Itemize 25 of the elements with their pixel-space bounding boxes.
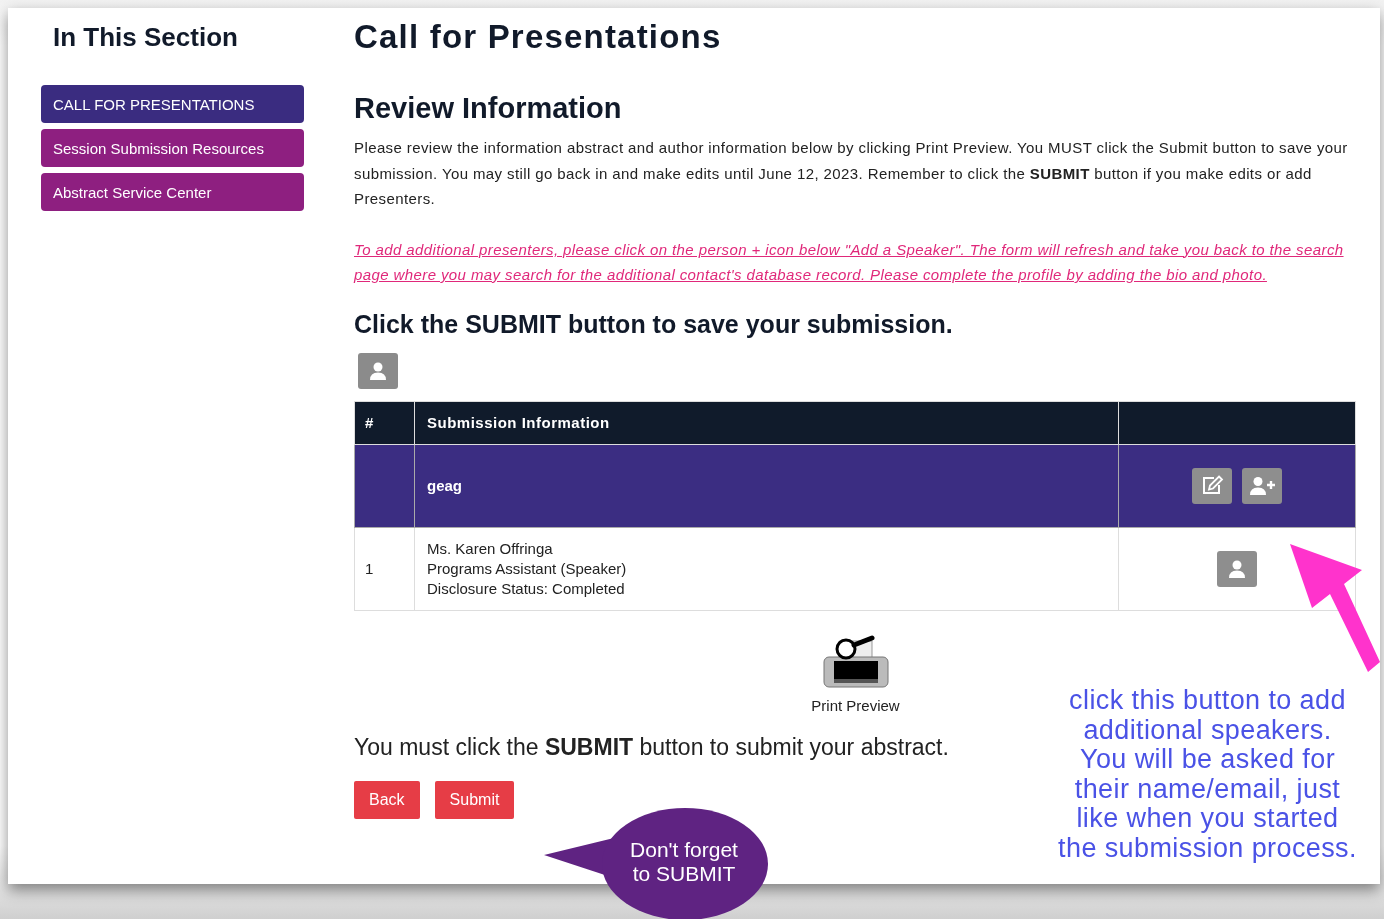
section-title: Review Information bbox=[354, 92, 623, 125]
printer-icon[interactable] bbox=[821, 634, 890, 691]
table-cell: 1 bbox=[354, 527, 415, 610]
annotation-note: click this button to add additional speakers. You will be asked for their name/email, just like when you started the submission process. bbox=[1057, 686, 1358, 864]
sidebar-item[interactable]: CALL FOR PRESENTATIONS bbox=[41, 85, 304, 123]
sidebar-item[interactable]: Abstract Service Center bbox=[41, 173, 304, 211]
submission-title: geag bbox=[414, 444, 1119, 527]
submit-button[interactable]: Submit bbox=[434, 780, 515, 819]
notice-paragraph: To add additional presenters, please click on the person + icon below "Add a Speaker". The form will refresh and take you back to the search page where you may search for the additional contact's database record. Please complete the profile by adding the bio and photo. bbox=[354, 239, 1345, 285]
page-title: Call for Presentations bbox=[354, 18, 723, 56]
edit-icon[interactable] bbox=[1192, 467, 1232, 504]
submit-heading: Click the SUBMIT button to save your submission. bbox=[354, 309, 954, 339]
column-header: Submission Information bbox=[414, 401, 1119, 444]
add-person-icon[interactable] bbox=[1242, 467, 1282, 504]
sidebar-item[interactable]: Session Submission Resources bbox=[41, 129, 304, 167]
print-preview-link[interactable]: Print Preview bbox=[811, 696, 900, 714]
presenter-info: Ms. Karen Offringa Programs Assistant (Speaker) Disclosure Status: Completed bbox=[414, 527, 1119, 610]
callout-text: Don't forget to SUBMIT bbox=[629, 838, 739, 886]
intro-paragraph: Please review the information abstract and author information below by clicking Print Preview. You MUST click the Submit button to save your submission. You may still go back in and make edits until June 12, 2023. Remember to click the SUBMIT button if you make edits or add Presenters. bbox=[354, 138, 1349, 209]
person-icon[interactable] bbox=[358, 352, 398, 389]
person-icon[interactable] bbox=[1217, 550, 1257, 587]
reminder-text: You must click the SUBMIT button to submit your abstract. bbox=[354, 733, 949, 761]
column-header: # bbox=[354, 401, 415, 444]
back-button[interactable]: Back bbox=[354, 780, 420, 819]
section-heading: In This Section bbox=[53, 22, 239, 53]
